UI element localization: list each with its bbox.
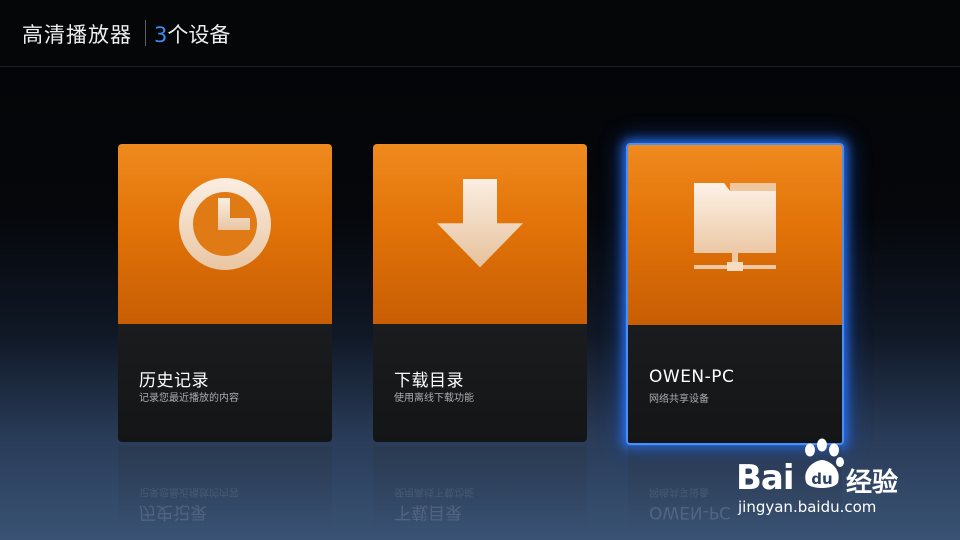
reflection-label: 历史记录 [139, 502, 207, 522]
download-arrow-icon [373, 172, 587, 282]
reflection-subtitle: 记录您最近播放的内容 [139, 486, 239, 497]
card-downloads-subtitle: 使用离线下载功能 [394, 393, 474, 404]
clock-icon [118, 172, 332, 282]
watermark-suffix: 经验 [846, 468, 899, 498]
card-history[interactable]: 历史记录 记录您最近播放的内容 [118, 144, 332, 442]
card-owen-pc[interactable]: OWEN-PC 网络共享设备 [626, 143, 844, 445]
card-owen-pc-label: OWEN-PC [649, 367, 735, 387]
device-count: 3个设备 [154, 19, 230, 49]
app-title: 高清播放器 [22, 23, 132, 47]
card-downloads[interactable]: 下载目录 使用离线下载功能 [373, 144, 587, 442]
watermark-brand: Bai [736, 458, 795, 498]
reflection-subtitle: 网络共享设备 [649, 486, 709, 497]
device-count-suffix: 个设备 [167, 23, 231, 47]
baidu-jingyan-watermark: Bai du 经验 jingyan.baidu.com [736, 438, 936, 528]
reflection-subtitle: 使用离线下载功能 [394, 486, 474, 497]
card-history-reflection: 历史记录 记录您最近播放的内容 [118, 446, 332, 528]
header-divider [145, 20, 146, 46]
network-folder-icon [628, 173, 842, 283]
card-history-subtitle: 记录您最近播放的内容 [139, 393, 239, 404]
reflection-label: OWEN-PC [649, 502, 731, 522]
card-downloads-label: 下载目录 [394, 371, 464, 391]
watermark-url: jingyan.baidu.com [738, 498, 877, 516]
paw-icon: du [805, 438, 844, 488]
card-history-label: 历史记录 [139, 371, 209, 391]
card-downloads-reflection: 下载目录 使用离线下载功能 [373, 446, 587, 528]
device-count-number: 3 [154, 23, 168, 47]
watermark-du: du [811, 470, 832, 488]
card-owen-pc-subtitle: 网络共享设备 [649, 394, 709, 405]
top-bar: 高清播放器 3个设备 [0, 0, 960, 67]
reflection-label: 下载目录 [394, 502, 462, 522]
